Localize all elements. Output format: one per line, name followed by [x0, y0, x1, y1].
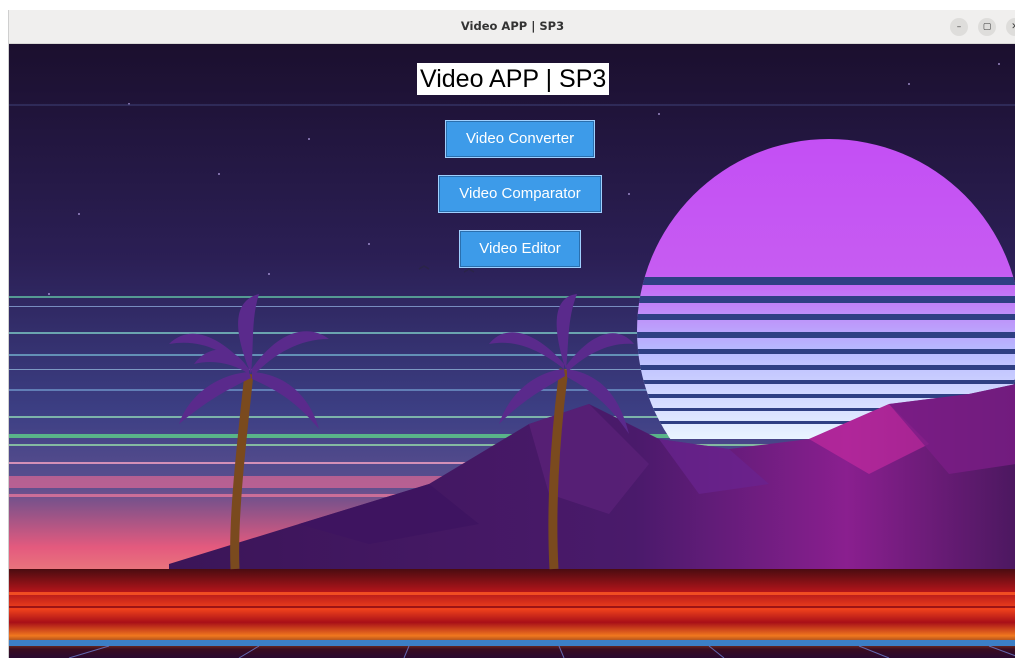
app-content: Video APP | SP3 Video Converter Video Co…: [9, 44, 1015, 658]
window-title: Video APP | SP3: [460, 19, 565, 33]
app-window: Video APP | SP3 – ▢ ✕: [8, 10, 1015, 658]
video-editor-button[interactable]: Video Editor: [459, 230, 581, 268]
video-converter-button[interactable]: Video Converter: [445, 120, 595, 158]
maximize-icon[interactable]: ▢: [978, 18, 996, 36]
video-comparator-button[interactable]: Video Comparator: [438, 175, 602, 213]
app-heading: Video APP | SP3: [417, 63, 610, 95]
title-bar[interactable]: Video APP | SP3 – ▢ ✕: [9, 10, 1015, 44]
minimize-icon[interactable]: –: [950, 18, 968, 36]
